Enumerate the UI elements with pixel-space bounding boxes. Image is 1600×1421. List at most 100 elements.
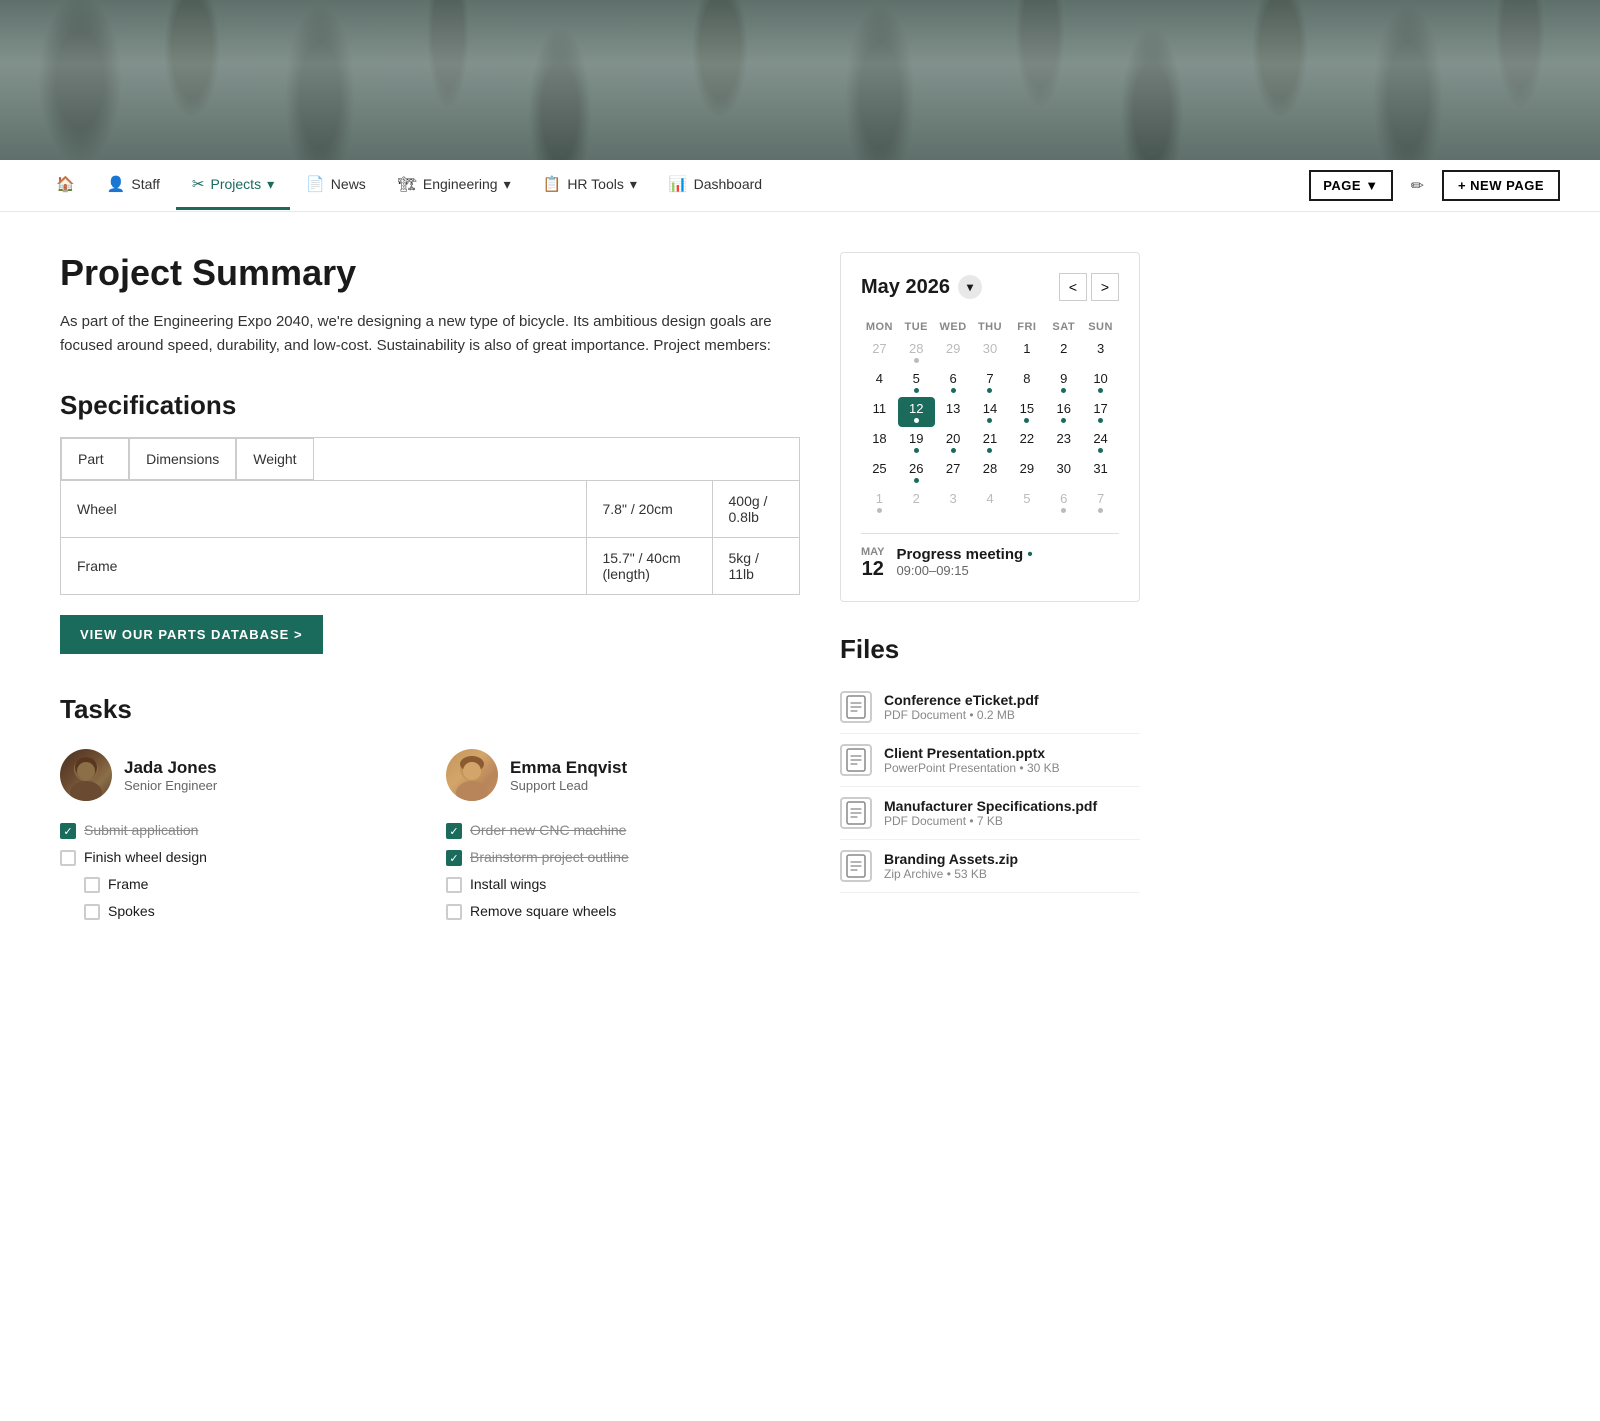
person-emma: Emma Enqvist Support Lead ✓ Order new CN…	[446, 749, 800, 925]
calendar-day-cell[interactable]: 17	[1082, 397, 1119, 427]
sidebar-item-projects[interactable]: ✂ Projects ▾	[176, 161, 290, 210]
file-item[interactable]: Branding Assets.zip Zip Archive • 53 KB	[840, 840, 1140, 893]
file-item[interactable]: Client Presentation.pptx PowerPoint Pres…	[840, 734, 1140, 787]
task-label: Brainstorm project outline	[470, 849, 629, 865]
wheel-weight: 400g / 0.8lb	[712, 481, 800, 538]
page-button[interactable]: PAGE ▼	[1309, 170, 1392, 201]
calendar-prev-button[interactable]: <	[1059, 273, 1087, 301]
task-checkbox[interactable]	[446, 904, 462, 920]
calendar-day-cell[interactable]: 30	[1045, 457, 1082, 487]
file-item[interactable]: Conference eTicket.pdf PDF Document • 0.…	[840, 681, 1140, 734]
calendar-day-cell[interactable]: 27	[861, 337, 898, 367]
calendar-day-cell[interactable]: 29	[935, 337, 972, 367]
task-checkbox[interactable]	[446, 877, 462, 893]
projects-icon: ✂	[192, 175, 205, 193]
calendar-day-cell[interactable]: 27	[935, 457, 972, 487]
file-icon	[840, 797, 872, 829]
calendar-day-cell[interactable]: 26	[898, 457, 935, 487]
calendar-day-cell[interactable]: 18	[861, 427, 898, 457]
nav-home[interactable]: 🏠	[40, 161, 91, 210]
calendar-month-year: May 2026	[861, 276, 950, 299]
task-checkbox[interactable]	[84, 877, 100, 893]
calendar-day-cell[interactable]: 6	[935, 367, 972, 397]
nav-projects-label: Projects	[211, 176, 262, 192]
calendar-day-cell[interactable]: 9	[1045, 367, 1082, 397]
parts-database-button[interactable]: VIEW OUR PARTS DATABASE >	[60, 615, 323, 654]
file-name: Client Presentation.pptx	[884, 745, 1060, 761]
calendar-next-button[interactable]: >	[1091, 273, 1119, 301]
calendar-day-cell[interactable]: 2	[1045, 337, 1082, 367]
calendar-day-cell[interactable]: 25	[861, 457, 898, 487]
calendar-dot	[877, 508, 882, 513]
specs-header-row: Part Dimensions Weight	[61, 438, 586, 480]
task-checkbox-checked[interactable]: ✓	[446, 850, 462, 866]
file-meta: PowerPoint Presentation • 30 KB	[884, 761, 1060, 775]
calendar-day-cell[interactable]: 4	[972, 487, 1009, 517]
calendar-day-cell[interactable]: 29	[1008, 457, 1045, 487]
calendar-day-cell[interactable]: 30	[972, 337, 1009, 367]
file-item[interactable]: Manufacturer Specifications.pdf PDF Docu…	[840, 787, 1140, 840]
calendar-day-cell[interactable]: 2	[898, 487, 935, 517]
calendar-day-cell[interactable]: 4	[861, 367, 898, 397]
calendar-day-cell[interactable]: 28	[972, 457, 1009, 487]
sidebar-item-dashboard[interactable]: 📊 Dashboard	[653, 161, 778, 210]
task-checkbox[interactable]	[60, 850, 76, 866]
nav-staff-label: Staff	[131, 176, 160, 192]
calendar-day-cell[interactable]: 19	[898, 427, 935, 457]
nav-dashboard-label: Dashboard	[694, 176, 763, 192]
edit-button[interactable]: ✏	[1401, 170, 1434, 202]
calendar-day-cell[interactable]: 15	[1008, 397, 1045, 427]
calendar-day-cell[interactable]: 28	[898, 337, 935, 367]
task-checkbox-checked[interactable]: ✓	[446, 823, 462, 839]
jada-name: Jada Jones	[124, 758, 217, 778]
calendar-day-cell[interactable]: 8	[1008, 367, 1045, 397]
calendar-week-row: 25262728293031	[861, 457, 1119, 487]
task-item: ✓ Submit application	[60, 817, 414, 844]
task-checkbox-checked[interactable]: ✓	[60, 823, 76, 839]
calendar-day-cell[interactable]: 13	[935, 397, 972, 427]
table-row: Wheel 7.8" / 20cm 400g / 0.8lb	[61, 481, 800, 538]
calendar-day-cell[interactable]: 10	[1082, 367, 1119, 397]
sidebar-item-engineering[interactable]: 🏗 Engineering ▾	[382, 161, 527, 210]
calendar-week-row: 11121314151617	[861, 397, 1119, 427]
calendar-day-cell[interactable]: 11	[861, 397, 898, 427]
part-wheel: Wheel	[61, 481, 587, 538]
sidebar-item-news[interactable]: 📄 News	[290, 161, 382, 210]
sidebar-item-hr-tools[interactable]: 📋 HR Tools ▾	[527, 161, 653, 210]
calendar-day-cell[interactable]: 3	[935, 487, 972, 517]
calendar-day-cell[interactable]: 21	[972, 427, 1009, 457]
task-label: Install wings	[470, 876, 546, 892]
calendar-day-cell[interactable]: 3	[1082, 337, 1119, 367]
file-meta: PDF Document • 7 KB	[884, 814, 1097, 828]
projects-dropdown-icon: ▾	[267, 176, 274, 193]
calendar-title: May 2026 ▾	[861, 275, 982, 299]
calendar-dot	[951, 388, 956, 393]
calendar-dot	[914, 358, 919, 363]
calendar-day-cell[interactable]: 7	[972, 367, 1009, 397]
calendar-day-cell[interactable]: 1	[861, 487, 898, 517]
calendar-day-cell[interactable]: 12	[898, 397, 935, 427]
calendar-day-cell[interactable]: 5	[898, 367, 935, 397]
calendar-nav: < >	[1059, 273, 1119, 301]
calendar-day-cell[interactable]: 6	[1045, 487, 1082, 517]
calendar-day-cell[interactable]: 22	[1008, 427, 1045, 457]
calendar-day-cell[interactable]: 31	[1082, 457, 1119, 487]
calendar-day-cell[interactable]: 23	[1045, 427, 1082, 457]
task-checkbox[interactable]	[84, 904, 100, 920]
calendar-day-cell[interactable]: 5	[1008, 487, 1045, 517]
new-page-button[interactable]: + NEW PAGE	[1442, 170, 1560, 201]
calendar-day-cell[interactable]: 16	[1045, 397, 1082, 427]
calendar-dropdown-icon[interactable]: ▾	[958, 275, 982, 299]
sidebar-item-staff[interactable]: 👤 Staff	[91, 161, 176, 210]
nav-news-label: News	[331, 176, 366, 192]
file-icon	[840, 691, 872, 723]
calendar-day-cell[interactable]: 24	[1082, 427, 1119, 457]
calendar-day-cell[interactable]: 1	[1008, 337, 1045, 367]
engineering-icon: 🏗	[398, 175, 417, 193]
emma-role: Support Lead	[510, 778, 627, 793]
hero-image	[0, 0, 1600, 160]
calendar-day-cell[interactable]: 7	[1082, 487, 1119, 517]
calendar-dot	[914, 448, 919, 453]
calendar-day-cell[interactable]: 20	[935, 427, 972, 457]
calendar-day-cell[interactable]: 14	[972, 397, 1009, 427]
